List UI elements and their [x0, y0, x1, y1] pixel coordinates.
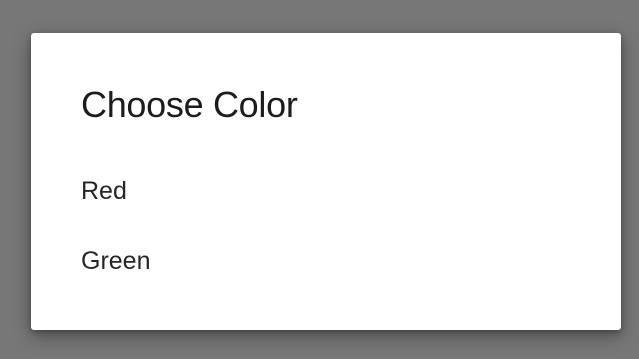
option-green[interactable]: Green [81, 246, 150, 276]
dialog-title: Choose Color [81, 84, 298, 125]
choose-color-dialog: Choose Color Red Green [31, 33, 621, 330]
option-red[interactable]: Red [81, 176, 127, 206]
